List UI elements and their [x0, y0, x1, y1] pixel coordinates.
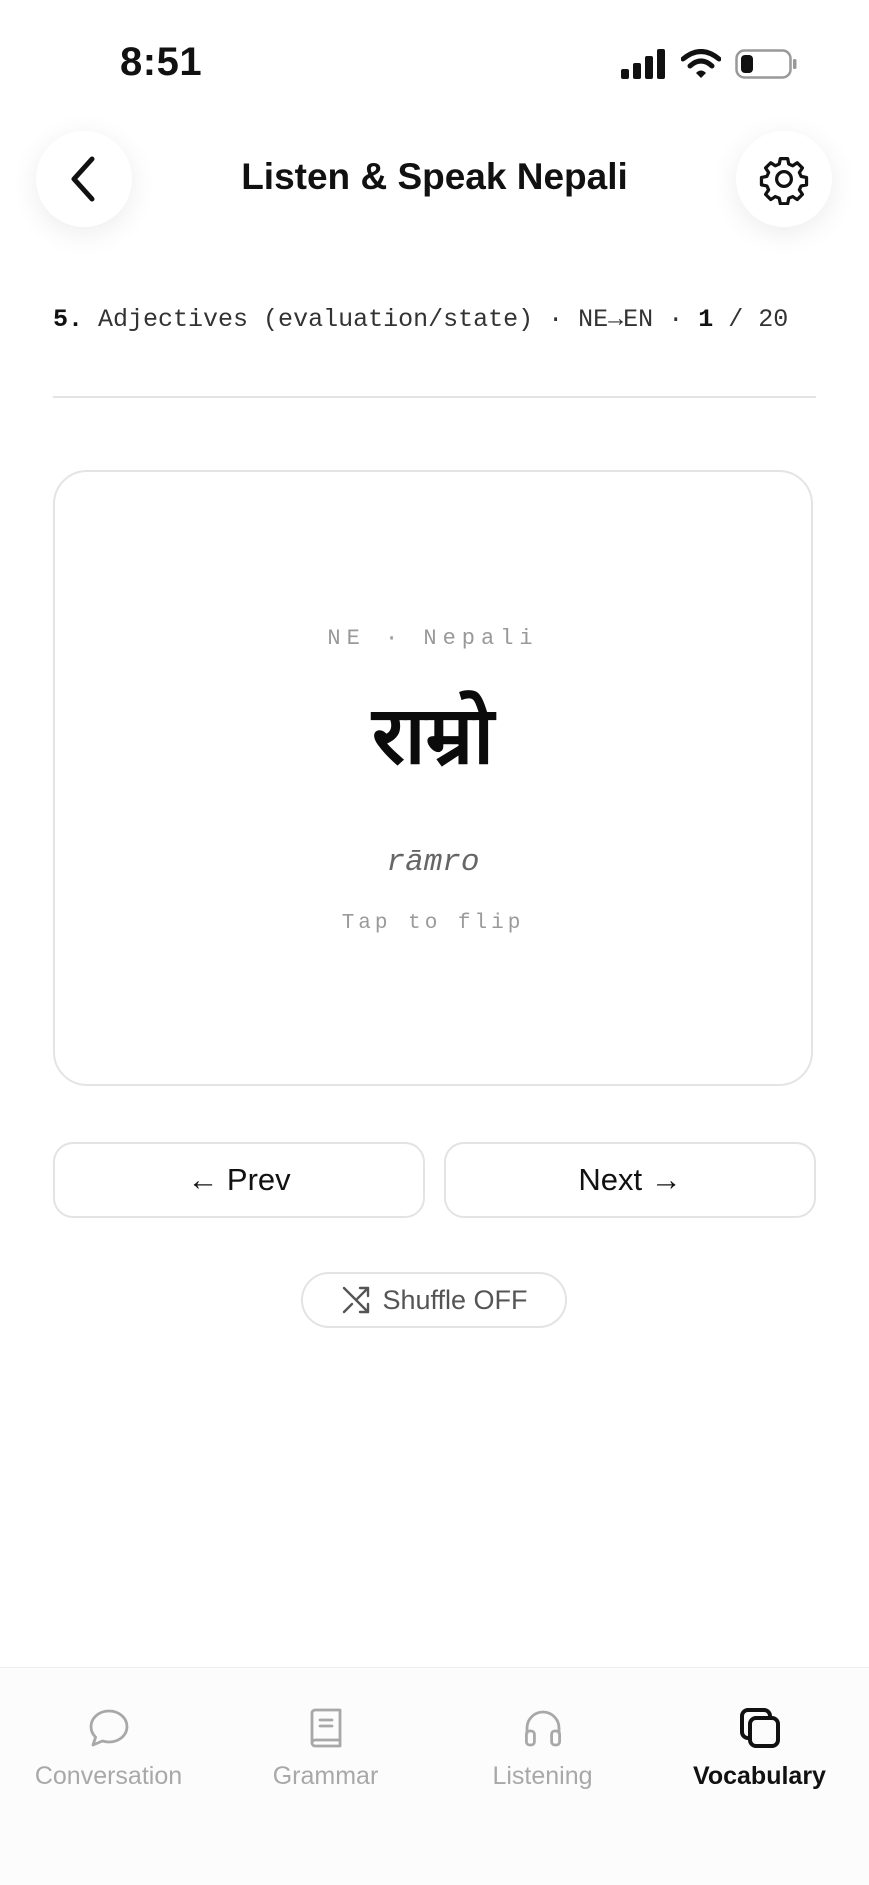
- settings-button[interactable]: [736, 131, 832, 227]
- card-flip-hint: Tap to flip: [341, 912, 525, 935]
- divider: [53, 396, 816, 398]
- tab-label: Grammar: [272, 1762, 379, 1790]
- headphones-icon: [524, 1710, 561, 1747]
- direction-label: NE→EN: [578, 305, 654, 334]
- cards-icon: [739, 1708, 780, 1748]
- status-time: 8:51: [120, 40, 203, 84]
- prev-button[interactable]: ← Prev: [53, 1142, 425, 1218]
- book-icon: [310, 1708, 341, 1748]
- shuffle-icon: [343, 1286, 370, 1314]
- wifi-icon: [681, 49, 721, 78]
- status-icons: [621, 46, 797, 82]
- battery-icon: [735, 49, 797, 79]
- tab-label: Vocabulary: [693, 1762, 826, 1790]
- shuffle-label: Shuffle OFF: [382, 1284, 528, 1315]
- tab-vocabulary[interactable]: Vocabulary: [651, 1704, 868, 1791]
- tab-label: Listening: [492, 1762, 593, 1790]
- tab-label: Conversation: [34, 1762, 183, 1790]
- next-button-label: Next →: [578, 1162, 682, 1197]
- flashcard[interactable]: NE · Nepali राम्रो rāmro Tap to flip: [53, 470, 813, 1086]
- tab-bar: Conversation Grammar Listening Vocabular…: [0, 1667, 869, 1885]
- card-language-label: NE · Nepali: [327, 626, 539, 651]
- current-card-number: 1: [698, 305, 714, 334]
- cellular-signal-icon: [621, 49, 665, 79]
- next-button[interactable]: Next →: [444, 1142, 816, 1218]
- separator: ·: [668, 305, 684, 334]
- separator: ·: [548, 305, 564, 334]
- deck-progress-line: 5. Adjectives (evaluation/state) · NE→EN…: [53, 306, 813, 333]
- card-word: राम्रो: [372, 689, 494, 782]
- section-number: 5.: [53, 305, 84, 334]
- card-transliteration: rāmro: [386, 845, 480, 880]
- total-card-count: / 20: [728, 305, 789, 334]
- chat-bubble-icon: [89, 1709, 128, 1747]
- prev-button-label: ← Prev: [187, 1162, 291, 1197]
- gear-icon: [759, 157, 809, 205]
- shuffle-toggle[interactable]: Shuffle OFF: [301, 1272, 567, 1328]
- tab-grammar[interactable]: Grammar: [217, 1704, 434, 1791]
- status-bar: 8:51: [0, 0, 869, 110]
- section-name: Adjectives (evaluation/state): [98, 305, 534, 334]
- tab-listening[interactable]: Listening: [434, 1704, 651, 1791]
- tab-conversation[interactable]: Conversation: [0, 1704, 217, 1791]
